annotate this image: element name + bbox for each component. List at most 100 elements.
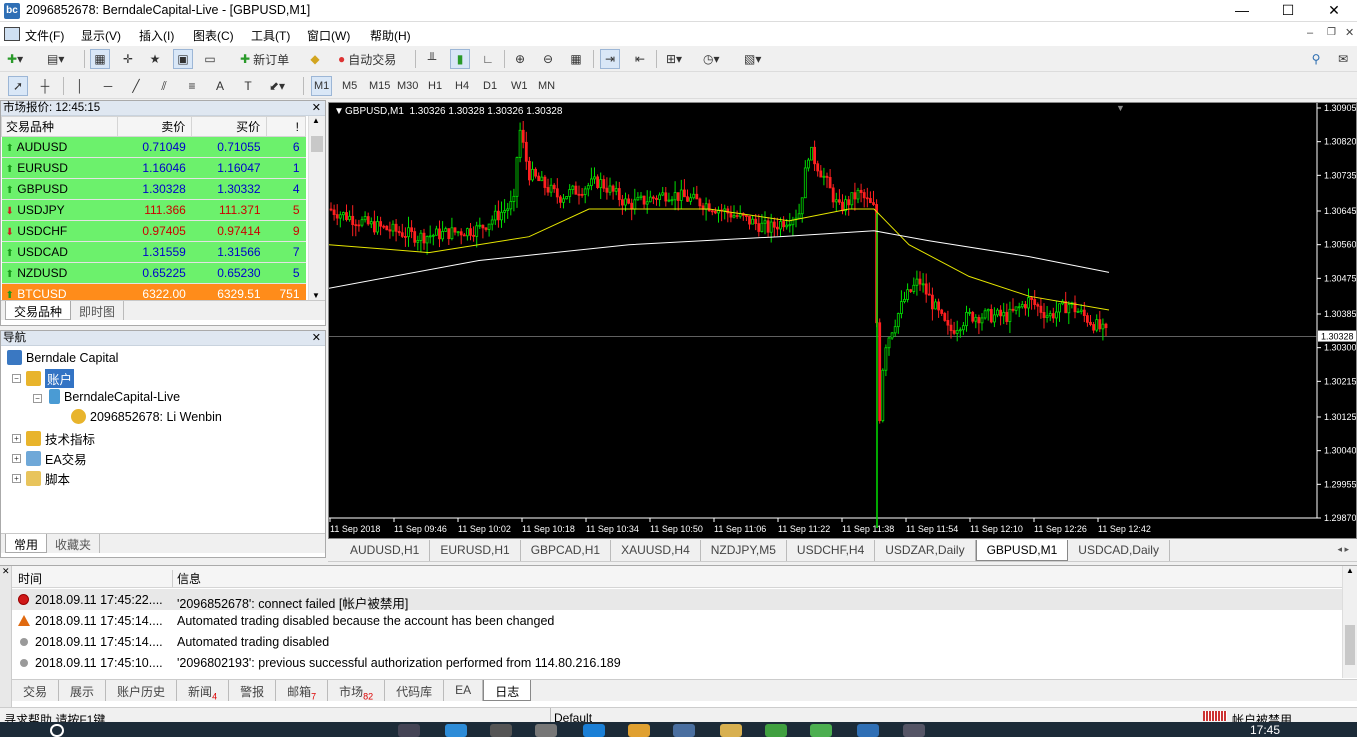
data-window-icon[interactable]: ✛ bbox=[118, 49, 138, 69]
col-ask[interactable]: 买价 bbox=[191, 116, 268, 137]
col-symbol[interactable]: 交易品种 bbox=[1, 116, 118, 137]
candlestick-icon[interactable]: ▮ bbox=[450, 49, 470, 69]
tab-common[interactable]: 常用 bbox=[5, 534, 48, 553]
app-icon[interactable] bbox=[535, 724, 557, 737]
tf-w1[interactable]: W1 bbox=[508, 76, 531, 96]
text-icon[interactable]: A bbox=[210, 76, 230, 96]
quote-row[interactable]: ⬆ NZDUSD 0.65225 0.65230 5 bbox=[1, 262, 306, 284]
app-icon[interactable] bbox=[720, 724, 742, 737]
quote-row[interactable]: ⬇ USDCHF 0.97405 0.97414 9 bbox=[1, 220, 306, 242]
terminal-tab[interactable]: 新闻4 bbox=[177, 680, 230, 701]
expand-icon[interactable]: + bbox=[12, 434, 21, 443]
chart-tab[interactable]: USDZAR,Daily bbox=[875, 540, 976, 561]
tf-mn[interactable]: MN bbox=[535, 76, 558, 96]
chart-tab[interactable]: AUDUSD,H1 bbox=[340, 540, 431, 561]
tf-m1[interactable]: M1 bbox=[311, 76, 333, 96]
tf-m5[interactable]: M5 bbox=[339, 76, 360, 96]
quote-row[interactable]: ⬆ BTCUSD 6322.00 6329.51 751 bbox=[1, 283, 306, 300]
new-chart-icon[interactable]: ✚ ▾ bbox=[4, 49, 26, 69]
terminal-tab[interactable]: 账户历史 bbox=[106, 680, 178, 701]
quote-row[interactable]: ⬆ AUDUSD 0.71049 0.71055 6 bbox=[1, 136, 306, 158]
terminal-handle[interactable]: ✕ bbox=[0, 566, 12, 711]
quote-row[interactable]: ⬇ USDJPY 111.366 111.371 5 bbox=[1, 199, 306, 221]
tab-tick-chart[interactable]: 即时图 bbox=[71, 301, 125, 320]
quote-row[interactable]: ⬆ EURUSD 1.16046 1.16047 1 bbox=[1, 157, 306, 179]
zoom-out-icon[interactable]: ⊖ bbox=[538, 49, 558, 69]
tf-d1[interactable]: D1 bbox=[480, 76, 500, 96]
profiles-icon[interactable]: ▤▾ bbox=[44, 49, 67, 69]
app-icon[interactable] bbox=[765, 724, 787, 737]
quote-row[interactable]: ⬆ USDCAD 1.31559 1.31566 7 bbox=[1, 241, 306, 263]
terminal-tab[interactable]: 代码库 bbox=[385, 680, 445, 701]
chart-tab[interactable]: USDCHF,H4 bbox=[787, 540, 876, 561]
market-watch-icon[interactable]: ▦ bbox=[90, 49, 110, 69]
menu-help[interactable]: 帮助(H) bbox=[370, 27, 411, 44]
zoom-in-icon[interactable]: ⊕ bbox=[510, 49, 530, 69]
terminal-tab[interactable]: 日志 bbox=[483, 680, 532, 701]
periods-icon[interactable]: ◷▾ bbox=[700, 49, 723, 69]
task-view-icon[interactable] bbox=[398, 724, 420, 737]
chart-tab[interactable]: USDCAD,Daily bbox=[1068, 540, 1170, 561]
line-chart-icon[interactable]: ∟ bbox=[478, 49, 498, 69]
terminal-scrollbar[interactable]: ▲ bbox=[1342, 566, 1357, 678]
equidistant-channel-icon[interactable]: ⫽ bbox=[154, 76, 174, 96]
quote-row[interactable]: ⬆ GBPUSD 1.30328 1.30332 4 bbox=[1, 178, 306, 200]
cursor-icon[interactable]: ➚ bbox=[8, 76, 28, 96]
mdi-minimize-icon[interactable]: – bbox=[1307, 27, 1313, 39]
metatrader-icon[interactable] bbox=[857, 724, 879, 737]
search-icon[interactable] bbox=[50, 724, 64, 737]
expand-icon[interactable]: + bbox=[12, 454, 21, 463]
terminal-icon[interactable]: ▣ bbox=[173, 49, 193, 69]
col-message[interactable]: 信息 bbox=[172, 570, 201, 587]
chart-menu-icon[interactable]: ▼ bbox=[334, 106, 344, 117]
trendline-icon[interactable]: ╱ bbox=[126, 76, 146, 96]
col-time[interactable]: 时间 bbox=[18, 570, 42, 587]
auto-scroll-icon[interactable]: ⇥ bbox=[600, 49, 620, 69]
menu-tools[interactable]: 工具(T) bbox=[251, 27, 290, 44]
terminal-tab[interactable]: 邮箱7 bbox=[276, 680, 329, 701]
horizontal-line-icon[interactable]: ─ bbox=[98, 76, 118, 96]
tree-account[interactable]: 2096852678: Li Wenbin bbox=[71, 409, 222, 424]
menu-view[interactable]: 显示(V) bbox=[81, 27, 121, 44]
app-icon[interactable] bbox=[490, 724, 512, 737]
col-spread[interactable]: ! bbox=[266, 116, 306, 137]
close-icon[interactable]: ✕ bbox=[312, 101, 321, 116]
tree-indicators[interactable]: 技术指标 bbox=[26, 429, 95, 448]
indicators-icon[interactable]: ⊞▾ bbox=[663, 49, 685, 69]
tree-experts[interactable]: EA交易 bbox=[26, 449, 87, 468]
templates-icon[interactable]: ▧▾ bbox=[741, 49, 764, 69]
close-icon[interactable]: ✕ bbox=[312, 331, 321, 346]
chat-icon[interactable]: ✉ bbox=[1333, 49, 1353, 69]
chart-window[interactable]: 1.30905 1.30820 1.30735 1.30645 1.30560 1.304… bbox=[328, 102, 1357, 539]
collapse-icon[interactable]: − bbox=[33, 394, 42, 403]
chart-tab[interactable]: XAUUSD,H4 bbox=[611, 540, 701, 561]
chart-tab[interactable]: GBPUSD,M1 bbox=[975, 540, 1069, 561]
tree-accounts[interactable]: 账户 bbox=[26, 369, 75, 388]
tree-scripts[interactable]: 脚本 bbox=[26, 469, 70, 488]
mdi-close-icon[interactable]: ✕ bbox=[1345, 26, 1354, 39]
browser-icon[interactable] bbox=[583, 724, 605, 737]
chart-shift-icon[interactable]: ⇤ bbox=[630, 49, 650, 69]
tile-windows-icon[interactable]: ▦ bbox=[566, 49, 586, 69]
chart-tab[interactable]: NZDJPY,M5 bbox=[701, 540, 787, 561]
vertical-line-icon[interactable]: │ bbox=[70, 76, 90, 96]
arrows-icon[interactable]: ⬋▾ bbox=[266, 76, 288, 96]
tab-symbols[interactable]: 交易品种 bbox=[5, 301, 72, 320]
log-row[interactable]: 2018.09.11 17:45:10.... '2096802193': pre… bbox=[12, 652, 1342, 673]
col-bid[interactable]: 卖价 bbox=[116, 116, 193, 137]
log-row[interactable]: 2018.09.11 17:45:22.... '2096852678': con… bbox=[12, 589, 1342, 611]
tree-root[interactable]: Berndale Capital bbox=[7, 350, 118, 365]
metaeditor-icon[interactable]: ◆ bbox=[305, 49, 325, 69]
terminal-tab[interactable]: 市场82 bbox=[328, 680, 386, 701]
chart-tab[interactable]: GBPCAD,H1 bbox=[521, 540, 612, 561]
shift-marker-icon[interactable]: ▼ bbox=[1116, 103, 1125, 113]
market-watch-scrollbar[interactable]: ▲ ▼ bbox=[308, 116, 325, 300]
terminal-tab[interactable]: 展示 bbox=[59, 680, 107, 701]
auto-trading-button[interactable]: ● 自动交易 bbox=[333, 49, 401, 69]
price-chart[interactable]: 1.30905 1.30820 1.30735 1.30645 1.30560 1.304… bbox=[329, 103, 1356, 538]
tf-m15[interactable]: M15 bbox=[366, 76, 393, 96]
strategy-tester-icon[interactable]: ▭ bbox=[200, 49, 220, 69]
text-label-icon[interactable]: T bbox=[238, 76, 258, 96]
chart-tab[interactable]: EURUSD,H1 bbox=[430, 540, 521, 561]
menu-window[interactable]: 窗口(W) bbox=[307, 27, 350, 44]
